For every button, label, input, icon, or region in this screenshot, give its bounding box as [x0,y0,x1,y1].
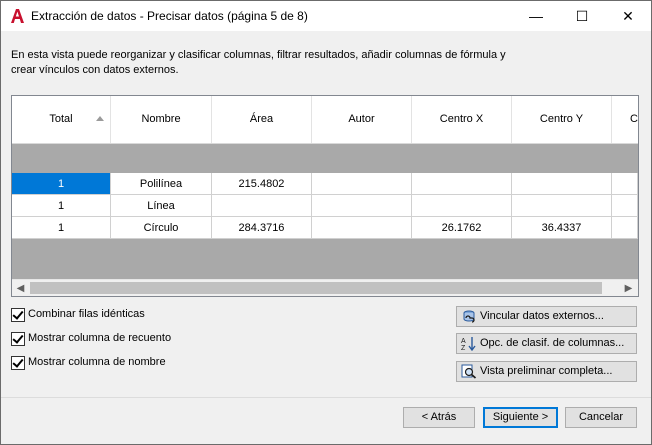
table-cell[interactable] [612,217,638,239]
next-button[interactable]: Siguiente > [483,407,558,428]
scroll-left-icon[interactable]: ◀ [12,280,29,296]
title-bar[interactable]: Extracción de datos - Precisar datos (pá… [1,1,651,31]
autocad-icon [11,9,24,23]
back-button[interactable]: < Atrás [403,407,475,428]
cancel-button[interactable]: Cancelar [565,407,637,428]
button-label: Vista preliminar completa... [480,365,613,377]
svg-text:A: A [461,338,466,345]
column-header-nombre[interactable]: Nombre [111,96,212,143]
table-cell[interactable] [612,173,638,195]
table-cell[interactable]: 26.1762 [412,217,512,239]
data-grid[interactable]: Total Nombre Área Autor Centro X Centro … [11,95,639,297]
window-title: Extracción de datos - Precisar datos (pá… [31,9,308,23]
table-cell[interactable] [412,195,512,217]
scrollbar-thumb[interactable] [30,282,602,294]
table-cell[interactable] [612,195,638,217]
column-sort-options-button[interactable]: A Z Opc. de clasif. de columnas... [456,333,637,354]
checkbox-label: Combinar filas idénticas [28,308,145,320]
column-header-area[interactable]: Área [212,96,312,143]
sort-az-icon: A Z [461,337,476,351]
table-cell[interactable]: 1 [12,217,111,239]
checkbox-checked-icon[interactable] [11,308,25,322]
link-external-data-button[interactable]: Vincular datos externos... [456,306,637,327]
table-cell[interactable]: 1 [12,195,111,217]
checkbox-label: Mostrar columna de recuento [28,332,172,344]
preview-magnifier-icon [461,364,477,379]
table-cell[interactable] [212,195,312,217]
table-cell[interactable] [512,173,612,195]
maximize-button[interactable]: ☐ [559,1,605,31]
table-cell[interactable] [512,195,612,217]
column-header-label: Total [49,113,73,125]
svg-text:Z: Z [461,345,466,351]
table-cell[interactable]: Línea [111,195,212,217]
checkbox-checked-icon[interactable] [11,356,25,370]
table-cell[interactable]: 215.4802 [212,173,312,195]
table-row[interactable]: 1 Línea [12,195,638,217]
button-label: Vincular datos externos... [480,310,604,322]
full-preview-button[interactable]: Vista preliminar completa... [456,361,637,382]
table-cell[interactable]: Círculo [111,217,212,239]
dialog-body: En esta vista puede reorganizar y clasif… [1,31,651,444]
grid-header: Total Nombre Área Autor Centro X Centro … [12,96,638,144]
table-row[interactable]: 1 Círculo 284.3716 26.1762 36.4337 [12,217,638,239]
table-cell[interactable] [312,195,412,217]
column-header-total[interactable]: Total [12,96,111,143]
minimize-button[interactable]: — [513,1,559,31]
link-data-icon [463,310,475,323]
table-row[interactable]: 1 Polilínea 215.4802 [12,173,638,195]
column-header-autor[interactable]: Autor [312,96,412,143]
close-button[interactable]: ✕ [605,1,651,31]
table-cell-selected[interactable]: 1 [12,173,111,195]
sort-ascending-icon [96,116,104,121]
table-cell[interactable] [312,173,412,195]
column-header-centro-y[interactable]: Centro Y [512,96,612,143]
horizontal-scrollbar[interactable]: ◀ ▶ [12,279,638,296]
table-cell[interactable] [312,217,412,239]
table-cell[interactable]: 36.4337 [512,217,612,239]
button-label: Opc. de clasif. de columnas... [480,337,625,349]
checkbox-label: Mostrar columna de nombre [28,356,166,368]
table-cell[interactable] [412,173,512,195]
table-cell[interactable]: 284.3716 [212,217,312,239]
column-header-centro-x[interactable]: Centro X [412,96,512,143]
scroll-right-icon[interactable]: ▶ [620,280,637,296]
table-cell[interactable]: Polilínea [111,173,212,195]
checkbox-checked-icon[interactable] [11,332,25,346]
footer-divider [1,397,651,398]
dialog-window: Extracción de datos - Precisar datos (pá… [0,0,652,445]
column-header-partial[interactable]: C [612,96,638,143]
page-description: En esta vista puede reorganizar y clasif… [11,49,506,76]
